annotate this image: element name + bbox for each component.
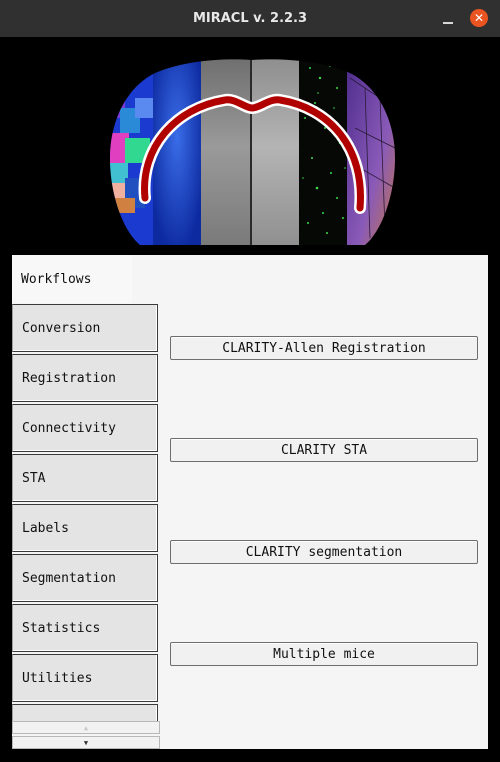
tab-statistics[interactable]: Statistics	[12, 604, 158, 652]
tab-scroll-up-button[interactable]: ▲	[12, 721, 160, 734]
minimize-icon[interactable]	[440, 10, 456, 26]
tab-workflows[interactable]: Workflows	[12, 255, 132, 303]
brain-section-logo	[105, 48, 400, 245]
clarity-segmentation-button[interactable]: CLARITY segmentation	[170, 540, 478, 564]
tab-segmentation[interactable]: Segmentation	[12, 554, 158, 602]
tab-utilities[interactable]: Utilities	[12, 654, 158, 702]
tab-connectivity[interactable]: Connectivity	[12, 404, 158, 452]
tab-labels[interactable]: Labels	[12, 504, 158, 552]
tab-sta[interactable]: STA	[12, 454, 158, 502]
tab-registration[interactable]: Registration	[12, 354, 158, 402]
clarity-allen-registration-button[interactable]: CLARITY-Allen Registration	[170, 336, 478, 360]
window-title: MIRACL v. 2.2.3	[192, 11, 308, 26]
app-window: MIRACL v. 2.2.3 ✕ Workflows Conversion R…	[0, 0, 500, 762]
tab-overflow-partial[interactable]	[12, 704, 158, 722]
tab-bar: Workflows Conversion Registration Connec…	[12, 255, 160, 749]
title-bar: MIRACL v. 2.2.3 ✕	[0, 0, 500, 37]
tab-scroll-down-button[interactable]: ▼	[12, 736, 160, 749]
close-icon[interactable]: ✕	[470, 9, 488, 27]
multiple-mice-button[interactable]: Multiple mice	[170, 642, 478, 666]
main-panel: Workflows Conversion Registration Connec…	[12, 255, 488, 749]
clarity-sta-button[interactable]: CLARITY STA	[170, 438, 478, 462]
tab-conversion[interactable]: Conversion	[12, 304, 158, 352]
